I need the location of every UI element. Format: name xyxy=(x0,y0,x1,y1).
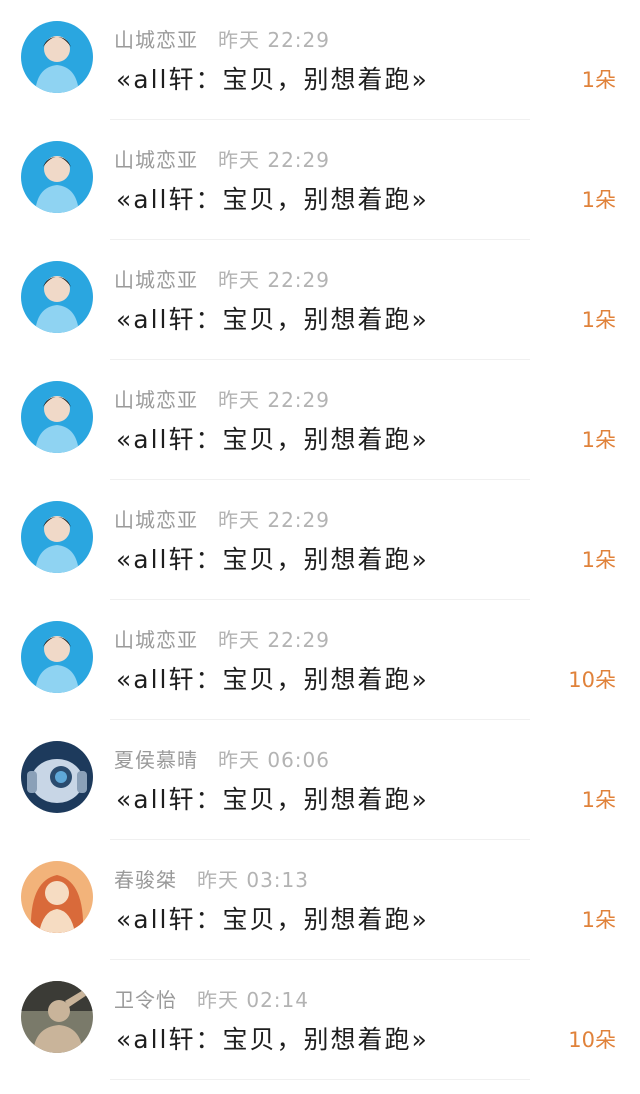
sender-name[interactable]: 山城恋亚 xyxy=(114,508,198,532)
send-time: 昨天 22:29 xyxy=(218,508,330,532)
sender-name[interactable]: 山城恋亚 xyxy=(114,268,198,292)
work-title[interactable]: «all轩：宝贝，别想着跑» xyxy=(116,780,429,816)
gift-count: 1朵 xyxy=(581,308,616,332)
sender-meta: 山城恋亚 昨天 22:29 xyxy=(114,264,330,293)
sender-name[interactable]: 山城恋亚 xyxy=(114,148,198,172)
divider xyxy=(110,1079,530,1080)
avatar-icon xyxy=(21,861,93,933)
list-item[interactable]: 卫令怡 昨天 02:14 «all轩：宝贝，别想着跑» 10朵 xyxy=(0,960,640,1080)
avatar[interactable] xyxy=(21,261,93,333)
avatar[interactable] xyxy=(21,141,93,213)
avatar-icon xyxy=(21,501,93,573)
avatar[interactable] xyxy=(21,501,93,573)
avatar[interactable] xyxy=(21,981,93,1053)
sender-meta: 夏侯慕晴 昨天 06:06 xyxy=(114,744,330,773)
sender-meta: 卫令怡 昨天 02:14 xyxy=(114,984,309,1013)
avatar[interactable] xyxy=(21,861,93,933)
send-time: 昨天 22:29 xyxy=(218,28,330,52)
list-item[interactable]: 夏侯慕晴 昨天 06:06 «all轩：宝贝，别想着跑» 1朵 xyxy=(0,720,640,840)
list-item[interactable]: 山城恋亚 昨天 22:29 «all轩：宝贝，别想着跑» 1朵 xyxy=(0,360,640,480)
avatar[interactable] xyxy=(21,621,93,693)
avatar-icon xyxy=(21,621,93,693)
sender-meta: 山城恋亚 昨天 22:29 xyxy=(114,384,330,413)
sender-meta: 山城恋亚 昨天 22:29 xyxy=(114,24,330,53)
gift-count: 1朵 xyxy=(581,188,616,212)
sender-meta: 山城恋亚 昨天 22:29 xyxy=(114,144,330,173)
work-title[interactable]: «all轩：宝贝，别想着跑» xyxy=(116,420,429,456)
gift-count: 10朵 xyxy=(568,668,616,692)
list-item[interactable]: 山城恋亚 昨天 22:29 «all轩：宝贝，别想着跑» 1朵 xyxy=(0,480,640,600)
send-time: 昨天 22:29 xyxy=(218,268,330,292)
send-time: 昨天 02:14 xyxy=(197,988,309,1012)
sender-name[interactable]: 春骏桀 xyxy=(114,868,177,892)
send-time: 昨天 22:29 xyxy=(218,388,330,412)
gift-count: 1朵 xyxy=(581,428,616,452)
gift-count: 1朵 xyxy=(581,908,616,932)
sender-name[interactable]: 山城恋亚 xyxy=(114,388,198,412)
sender-name[interactable]: 卫令怡 xyxy=(114,988,177,1012)
list-item[interactable]: 山城恋亚 昨天 22:29 «all轩：宝贝，别想着跑» 1朵 xyxy=(0,0,640,120)
avatar-icon xyxy=(21,381,93,453)
send-time: 昨天 06:06 xyxy=(218,748,330,772)
sender-meta: 山城恋亚 昨天 22:29 xyxy=(114,624,330,653)
gift-count: 1朵 xyxy=(581,548,616,572)
avatar[interactable] xyxy=(21,741,93,813)
work-title[interactable]: «all轩：宝贝，别想着跑» xyxy=(116,1020,429,1056)
work-title[interactable]: «all轩：宝贝，别想着跑» xyxy=(116,60,429,96)
work-title[interactable]: «all轩：宝贝，别想着跑» xyxy=(116,180,429,216)
sender-meta: 山城恋亚 昨天 22:29 xyxy=(114,504,330,533)
list-item[interactable]: 山城恋亚 昨天 22:29 «all轩：宝贝，别想着跑» 1朵 xyxy=(0,240,640,360)
work-title[interactable]: «all轩：宝贝，别想着跑» xyxy=(116,900,429,936)
sender-meta: 春骏桀 昨天 03:13 xyxy=(114,864,309,893)
send-time: 昨天 22:29 xyxy=(218,628,330,652)
gift-record-list: 山城恋亚 昨天 22:29 «all轩：宝贝，别想着跑» 1朵 山城恋亚 昨天 22… xyxy=(0,0,640,1094)
work-title[interactable]: «all轩：宝贝，别想着跑» xyxy=(116,540,429,576)
list-item[interactable]: 山城恋亚 昨天 22:29 «all轩：宝贝，别想着跑» 10朵 xyxy=(0,600,640,720)
sender-name[interactable]: 山城恋亚 xyxy=(114,628,198,652)
send-time: 昨天 22:29 xyxy=(218,148,330,172)
gift-count: 1朵 xyxy=(581,68,616,92)
gift-count: 1朵 xyxy=(581,788,616,812)
list-item[interactable]: 春骏桀 昨天 03:13 «all轩：宝贝，别想着跑» 1朵 xyxy=(0,840,640,960)
avatar-icon xyxy=(21,21,93,93)
sender-name[interactable]: 夏侯慕晴 xyxy=(114,748,198,772)
avatar[interactable] xyxy=(21,21,93,93)
gift-count: 10朵 xyxy=(568,1028,616,1052)
send-time: 昨天 03:13 xyxy=(197,868,309,892)
sender-name[interactable]: 山城恋亚 xyxy=(114,28,198,52)
avatar-icon xyxy=(21,981,93,1053)
work-title[interactable]: «all轩：宝贝，别想着跑» xyxy=(116,660,429,696)
avatar-icon xyxy=(21,261,93,333)
list-item[interactable]: 山城恋亚 昨天 22:29 «all轩：宝贝，别想着跑» 1朵 xyxy=(0,120,640,240)
robot-avatar-icon xyxy=(21,741,93,813)
avatar-icon xyxy=(21,141,93,213)
work-title[interactable]: «all轩：宝贝，别想着跑» xyxy=(116,300,429,336)
avatar[interactable] xyxy=(21,381,93,453)
